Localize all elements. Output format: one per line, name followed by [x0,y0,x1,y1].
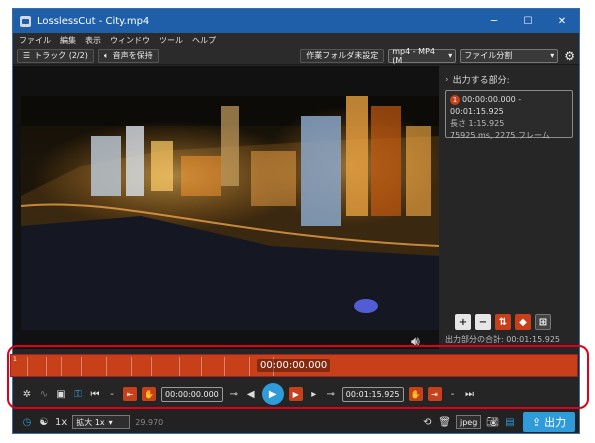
title-bar: LosslessCut - City.mp4 ─ ☐ ✕ [13,9,579,33]
segments-heading: › 出力する部分: [445,73,510,87]
chevron-down-icon: ▾ [550,51,555,60]
video-frame-image [21,96,439,330]
window-title: LosslessCut - City.mp4 [37,15,150,27]
menu-edit[interactable]: 編集 [60,35,76,46]
export-label: 出力 [544,416,567,429]
minimize-button[interactable]: ─ [477,9,511,33]
remove-segment-icon[interactable]: − [475,314,491,330]
clock-icon[interactable]: ◷ [21,414,33,430]
export-icon: ⇪ [531,415,542,429]
highlight-frame [7,345,589,409]
segment-number: 1 [450,95,460,105]
segment-length: 長さ 1:15.925 [450,119,505,128]
segment-frames: 75925 ms, 2275 フレーム [450,131,550,140]
chevron-right-icon[interactable]: › [445,75,449,85]
total-value: 00:01:15.925 [506,335,560,344]
split-icon[interactable]: ⊞ [535,314,551,330]
format-value: mp4 - MP4 (M [392,46,435,65]
cut-mode-value: ファイル分割 [464,51,513,60]
list-icon: ☰ [23,51,31,60]
zoom-value: 拡大 1x [76,417,105,427]
close-button[interactable]: ✕ [545,9,579,33]
cut-mode-select[interactable]: ファイル分割 ▾ [460,48,559,63]
segments-panel: › 出力する部分: 1 00:00:00.000 - 00:01:15.925 長… [439,66,579,349]
rotate-icon[interactable]: ⟲ [421,414,433,430]
menu-file[interactable]: ファイル [19,35,51,46]
menu-help[interactable]: ヘルプ [192,35,216,46]
keep-audio-label: 音声を保持 [112,51,153,60]
tracks-button[interactable]: ☰ トラック (2/2) [17,48,94,63]
working-folder-button[interactable]: 作業フォルダ未設定 [300,48,385,63]
video-player[interactable] [21,96,439,330]
bottom-bar: ◷ ☯ 1x 拡大 1x ▾ 29.970 ⟲ 🗑︎ jpeg 📷︎ ▤ ⇪ 出… [13,409,579,433]
working-folder-label: 作業フォルダ未設定 [306,51,379,60]
add-segment-icon[interactable]: + [455,314,471,330]
chevron-down-icon: ▾ [108,417,113,427]
segment-actions: + − ⇅ ◆ ⊞ [455,314,551,330]
format-select[interactable]: mp4 - MP4 (M ▾ [388,46,457,65]
capture-format-select[interactable]: jpeg [455,415,482,429]
segment-item[interactable]: 1 00:00:00.000 - 00:01:15.925 長さ 1:15.925… [445,90,573,140]
speaker-icon: 🔈︎ [103,50,109,60]
reorder-icon[interactable]: ⇅ [495,314,511,330]
trash-icon[interactable]: 🗑︎ [438,414,451,430]
tracks-label: トラック (2/2) [34,51,88,60]
main-area: 🔊︎ › 出力する部分: 1 00:00:00.000 - 00:01:15.92… [13,66,579,350]
tag-icon[interactable]: ◆ [515,314,531,330]
segments-title: 出力する部分: [452,76,510,86]
segment-range: 00:00:00.000 - 00:01:15.925 [450,95,522,116]
keep-audio-button[interactable]: 🔈︎ 音声を保持 [97,48,159,63]
total-label: 出力部分の合計: [445,335,504,344]
segments-total: 出力部分の合計: 00:01:15.925 [445,334,560,345]
maximize-button[interactable]: ☐ [511,9,545,33]
chevron-down-icon: ▾ [448,51,453,60]
menu-view[interactable]: 表示 [85,35,101,46]
segment-range-row: 1 00:00:00.000 - 00:01:15.925 [450,94,568,118]
menu-tools[interactable]: ツール [159,35,183,46]
zoom-select[interactable]: 拡大 1x ▾ [72,415,131,429]
gear-icon[interactable]: ⚙ [564,49,575,63]
camera-icon[interactable]: 📷︎ [486,414,499,430]
menu-bar: ファイル 編集 表示 ウィンドウ ツール ヘルプ [13,33,579,47]
top-toolbar: ☰ トラック (2/2) 🔈︎ 音声を保持 作業フォルダ未設定 mp4 - MP… [13,47,579,65]
export-button[interactable]: ⇪ 出力 [523,412,575,432]
fps-value: 29.970 [135,417,164,427]
notes-icon[interactable]: ▤ [504,414,516,430]
yinyang-icon[interactable]: ☯ [38,414,50,430]
menu-window[interactable]: ウィンドウ [110,35,150,46]
playback-speed[interactable]: 1x [55,417,67,428]
app-icon [20,15,31,27]
